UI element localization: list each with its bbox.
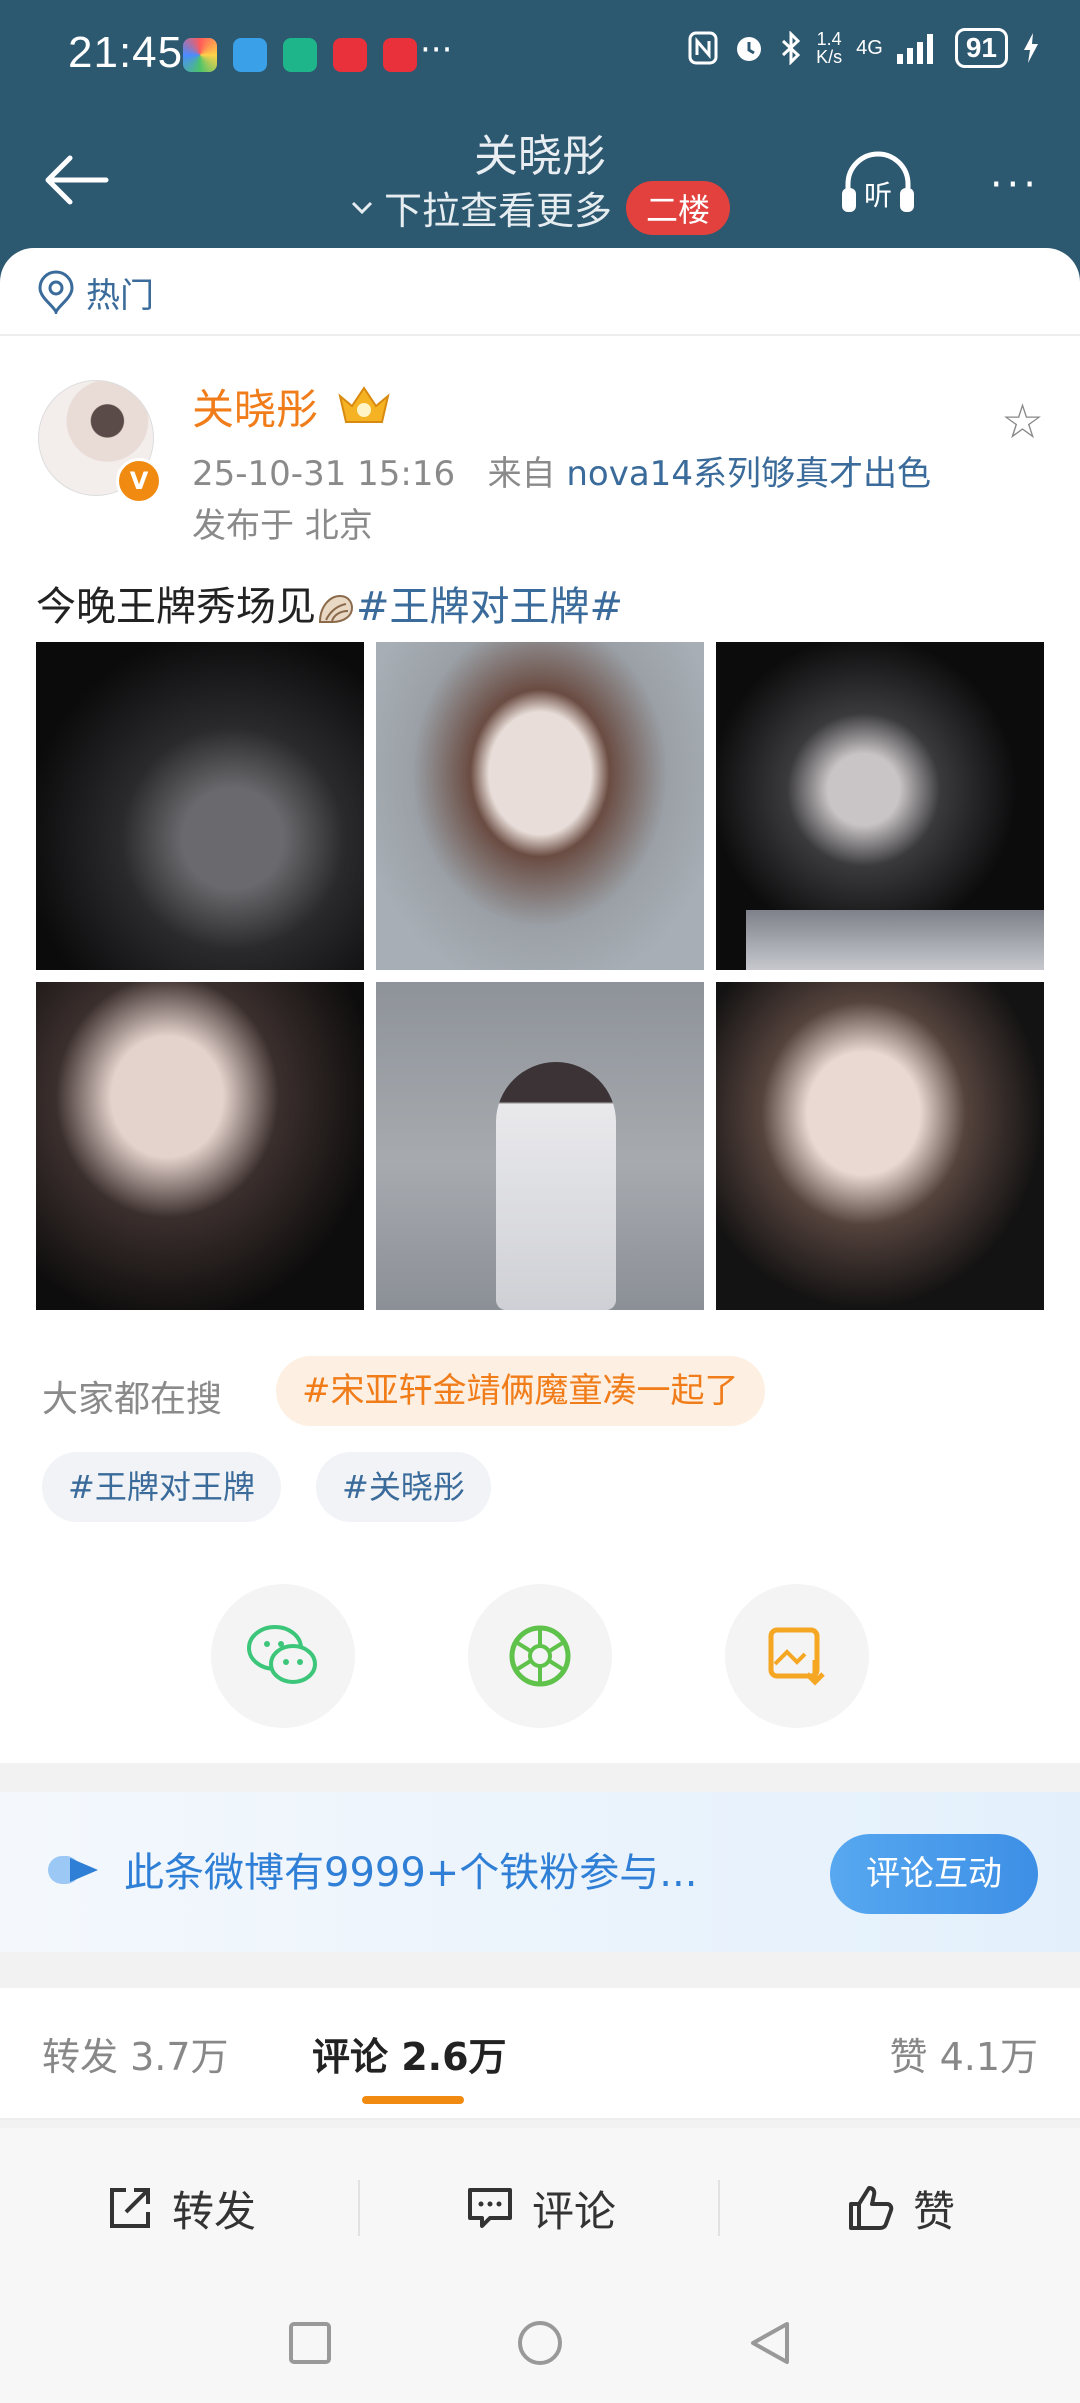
source-prefix: 来自 [487, 454, 556, 494]
signal-label: 4G [856, 37, 883, 59]
network-speed: 1.4 K/s [816, 30, 842, 66]
post-meta: 25-10-31 15:16 来自 nova14系列够真才出色 [192, 446, 931, 495]
pull-down-hint[interactable]: 下拉查看更多 二楼 [350, 180, 731, 235]
more-notifications-icon: ··· [420, 30, 453, 70]
post-card: 热门 V 关晓彤 ☆ 25-10-31 15:16 来自 nova14系列够真才… [0, 248, 1080, 1763]
share-wechat-button[interactable] [211, 1584, 355, 1728]
post-photo-4[interactable] [36, 982, 364, 1310]
bluetooth-icon [782, 31, 801, 65]
listen-headphone-icon[interactable]: 听 [838, 150, 918, 220]
second-floor-badge[interactable]: 二楼 [626, 180, 731, 235]
comment-icon [467, 2188, 512, 2228]
chevron-down-icon [351, 201, 373, 214]
topic-tag-pill[interactable]: #关晓彤 [316, 1452, 491, 1522]
alarm-icon [737, 37, 762, 61]
fan-badge-icon [48, 1856, 98, 1884]
topic-tag-pill[interactable]: #王牌对王牌 [42, 1452, 281, 1522]
page-title: 关晓彤 [474, 131, 606, 182]
author-name[interactable]: 关晓彤 [192, 376, 318, 437]
app-notification-icon [333, 38, 367, 72]
pull-down-text: 下拉查看更多 [384, 189, 613, 233]
network-speed-value: 1.4 [816, 29, 842, 49]
post-photo-2[interactable] [376, 642, 704, 970]
app-notification-icon [183, 38, 217, 72]
shell-emoji-icon [318, 594, 354, 623]
comment-label: 评论 [531, 2186, 616, 2236]
tab-likes[interactable]: 赞 4.1万 [889, 2026, 1038, 2081]
tab-reposts[interactable]: 转发 3.7万 [42, 2026, 229, 2081]
like-label: 赞 [912, 2186, 955, 2236]
repost-icon [109, 2188, 150, 2228]
back-triangle-icon[interactable] [745, 2318, 795, 2368]
post-timestamp: 25-10-31 15:16 [192, 454, 456, 494]
system-status-icons: 1.4 K/s 4G 91 [688, 28, 1040, 68]
hot-tab[interactable]: 热门 [36, 262, 154, 322]
nfc-icon [688, 31, 718, 65]
app-notification-icon [383, 38, 417, 72]
recent-apps-icon[interactable] [285, 2318, 335, 2368]
battery-indicator: 91 [954, 28, 1008, 68]
stats-tabs: 转发 3.7万 评论 2.6万 赞 4.1万 [0, 1988, 1080, 2120]
network-speed-unit: K/s [816, 47, 843, 67]
repost-label: 转发 [171, 2186, 256, 2236]
save-image-icon [768, 1627, 825, 1686]
trending-query-pill[interactable]: #宋亚轩金靖俩魔童凑一起了 [276, 1356, 765, 1426]
post-photo-5[interactable] [376, 982, 704, 1310]
photo-grid [36, 642, 1044, 1332]
divider [0, 334, 1080, 336]
trending-label: 大家都在搜 [42, 1379, 223, 1420]
app-notification-icon [283, 38, 317, 72]
post-photo-1[interactable] [36, 642, 364, 970]
comment-interact-button[interactable]: 评论互动 [830, 1834, 1038, 1914]
status-bar: 21:45 ··· 1.4 K/s 4G 91 [0, 0, 1080, 110]
app-notification-icon [233, 38, 267, 72]
post-photo-3[interactable] [716, 642, 1044, 970]
fan-interaction-banner[interactable]: 此条微博有9999+个铁粉参与... 评论互动 [0, 1792, 1080, 1952]
post-source-link[interactable]: nova14系列够真才出色 [566, 454, 931, 494]
notification-app-icons [183, 38, 417, 72]
active-tab-indicator [362, 2096, 464, 2104]
moments-icon [509, 1625, 571, 1687]
favorite-star-icon[interactable]: ☆ [1001, 394, 1044, 450]
listen-label: 听 [864, 179, 892, 212]
save-image-button[interactable] [725, 1584, 869, 1728]
hot-label: 热门 [86, 275, 154, 316]
banner-text: 此条微博有9999+个铁粉参与... [124, 1850, 698, 1896]
home-icon[interactable] [515, 2318, 565, 2368]
comment-button[interactable]: 评论 [360, 2128, 720, 2288]
vip-crown-icon[interactable] [336, 382, 392, 426]
thumbs-up-icon [848, 2186, 894, 2230]
post-hashtag[interactable]: #王牌对王牌# [356, 584, 623, 630]
post-text: 今晚王牌秀场见 #王牌对王牌# [36, 574, 623, 632]
like-button[interactable]: 赞 [720, 2128, 1080, 2288]
repost-button[interactable]: 转发 [0, 2128, 360, 2288]
charging-icon [1024, 33, 1038, 63]
wechat-icon [247, 1625, 317, 1684]
nav-bar: 关晓彤 下拉查看更多 二楼 听 ··· [0, 110, 1080, 250]
verified-badge: V [116, 458, 162, 504]
post-photo-6[interactable] [716, 982, 1044, 1310]
system-navigation-bar [0, 2288, 1080, 2403]
post-body-text: 今晚王牌秀场见 [36, 584, 316, 630]
signal-strength-icon [896, 34, 933, 64]
post-location: 发布于 北京 [192, 506, 373, 546]
status-time: 21:45 [68, 28, 184, 77]
bottom-action-bar: 转发 评论 赞 [0, 2128, 1080, 2288]
tab-comments[interactable]: 评论 2.6万 [312, 2026, 507, 2081]
hot-location-icon [38, 270, 74, 314]
share-moments-button[interactable] [468, 1584, 612, 1728]
more-options-icon[interactable]: ··· [990, 162, 1040, 208]
